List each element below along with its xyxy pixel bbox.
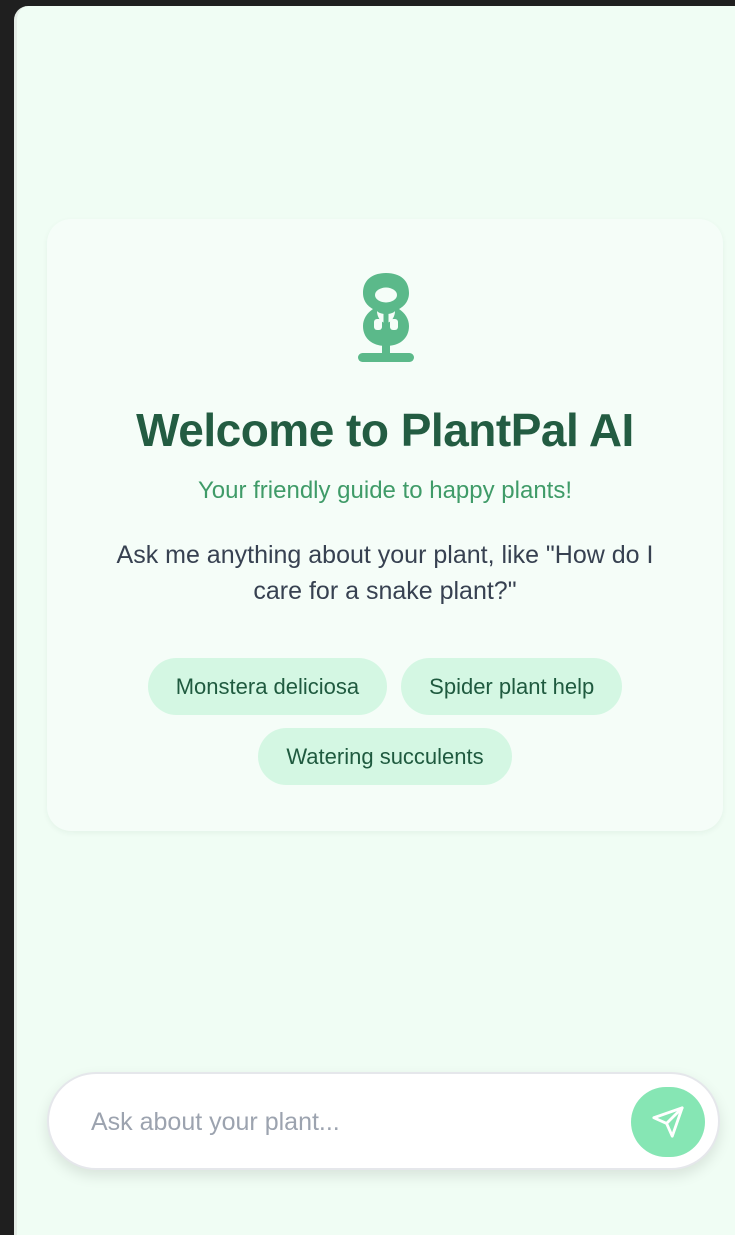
app-frame: Welcome to PlantPal AI Your friendly gui… [14,6,735,1235]
suggestion-chip-monstera[interactable]: Monstera deliciosa [147,658,388,715]
chat-input[interactable] [89,1098,613,1146]
send-icon [652,1106,684,1138]
chat-composer [47,1072,720,1170]
suggestion-row: Watering succulents [47,728,723,785]
welcome-card: Welcome to PlantPal AI Your friendly gui… [47,219,723,831]
plant-icon [358,273,414,362]
suggestion-chip-watering-succulents[interactable]: Watering succulents [258,728,512,785]
welcome-subtitle: Your friendly guide to happy plants! [197,477,573,504]
suggestion-chip-spider-plant[interactable]: Spider plant help [401,658,623,715]
welcome-title: Welcome to PlantPal AI [136,404,634,456]
send-button[interactable] [631,1087,705,1157]
welcome-description: Ask me anything about your plant, like "… [116,541,654,605]
suggestion-row: Monstera deliciosa Spider plant help [47,658,723,715]
